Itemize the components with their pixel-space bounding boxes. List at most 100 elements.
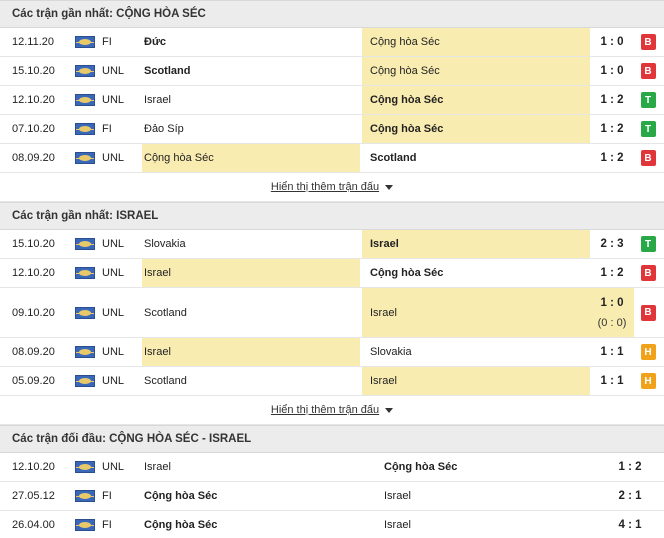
match-row[interactable]: 12.10.20 UNL Israel Cộng hòa Séc 1 : 2 B [0, 259, 664, 288]
away-team[interactable]: Slovakia [362, 338, 590, 366]
match-score[interactable]: 2 : 1 [600, 482, 660, 510]
away-team[interactable]: Cộng hòa Séc [362, 86, 590, 114]
away-team[interactable]: Cộng hòa Séc [362, 57, 590, 85]
competition-code: FI [102, 36, 112, 48]
competition-flag-icon [75, 375, 95, 387]
result-badge-cell: B [640, 259, 656, 287]
match-score[interactable]: 2 : 3 [590, 230, 634, 258]
show-more-link[interactable]: Hiển thị thêm trận đấu [271, 404, 379, 416]
home-team[interactable]: Cộng hòa Séc [142, 144, 360, 172]
away-team[interactable]: Cộng hòa Séc [362, 28, 590, 56]
section-title: Các trận gần nhất: ISRAEL [0, 202, 664, 230]
match-score[interactable]: 1 : 2 [590, 86, 634, 114]
competition-flag-cell [75, 144, 97, 172]
competition-flag-cell [75, 511, 97, 538]
h2h-match-row[interactable]: 26.04.00 FI Cộng hòa Séc Israel 4 : 1 [0, 511, 664, 538]
competition-code: FI [102, 519, 112, 531]
away-team[interactable]: Cộng hòa Séc [362, 115, 590, 143]
match-row[interactable]: 08.09.20 UNL Israel Slovakia 1 : 1 H [0, 338, 664, 367]
result-badge-cell: B [640, 288, 656, 337]
match-row[interactable]: 12.10.20 UNL Israel Cộng hòa Séc 1 : 2 T [0, 86, 664, 115]
competition-code: FI [102, 490, 112, 502]
match-history-panel: Các trận gần nhất: CỘNG HÒA SÉC 12.11.20 F… [0, 0, 664, 538]
result-badge-cell: T [640, 230, 656, 258]
match-score[interactable]: 1 : 2 [590, 259, 634, 287]
competition-code: UNL [102, 461, 125, 473]
caret-down-icon[interactable] [385, 184, 394, 190]
result-badge: B [640, 150, 656, 166]
result-badge: H [640, 344, 656, 360]
result-badge-cell: H [640, 338, 656, 366]
match-row[interactable]: 09.10.20 UNL Scotland Israel 1 : 0 (0 : 0) B [0, 288, 664, 338]
competition-flag-cell [75, 86, 97, 114]
home-team[interactable]: Cộng hòa Séc [142, 511, 378, 538]
competition-flag-icon [75, 346, 95, 358]
competition-code: UNL [102, 152, 125, 164]
h2h-match-row[interactable]: 27.05.12 FI Cộng hòa Séc Israel 2 : 1 [0, 482, 664, 511]
match-score[interactable]: 4 : 1 [600, 511, 660, 538]
home-team[interactable]: Slovakia [142, 230, 360, 258]
match-row[interactable]: 15.10.20 UNL Scotland Cộng hòa Séc 1 : 0 B [0, 57, 664, 86]
section-title: Các trận đối đầu: CỘNG HÒA SÉC - ISRAEL [0, 425, 664, 453]
away-team[interactable]: Israel [378, 511, 588, 538]
match-score[interactable]: 1 : 1 [590, 367, 634, 395]
competition-flag-cell [75, 288, 97, 337]
match-row[interactable]: 07.10.20 FI Đảo Síp Cộng hòa Séc 1 : 2 T [0, 115, 664, 144]
result-badge: T [640, 236, 656, 252]
away-team[interactable]: Scotland [362, 144, 590, 172]
caret-down-icon[interactable] [385, 407, 394, 413]
match-date: 12.10.20 [12, 461, 55, 473]
show-more-link[interactable]: Hiển thị thêm trận đấu [271, 181, 379, 193]
competition-flag-cell [75, 482, 97, 510]
home-team[interactable]: Israel [142, 86, 360, 114]
competition-flag-icon [75, 519, 95, 531]
match-score[interactable]: 1 : 2 [590, 115, 634, 143]
away-team[interactable]: Israel [362, 288, 590, 337]
home-team[interactable]: Israel [142, 453, 378, 481]
match-date: 15.10.20 [12, 65, 55, 77]
match-row[interactable]: 05.09.20 UNL Scotland Israel 1 : 1 H [0, 367, 664, 396]
match-row[interactable]: 12.11.20 FI Đức Cộng hòa Séc 1 : 0 B [0, 28, 664, 57]
result-badge-cell: H [640, 367, 656, 395]
away-team[interactable]: Cộng hòa Séc [362, 259, 590, 287]
home-team[interactable]: Cộng hòa Séc [142, 482, 378, 510]
competition-code: UNL [102, 238, 125, 250]
show-more-row: Hiển thị thêm trận đấu [0, 173, 664, 202]
away-team[interactable]: Israel [378, 482, 588, 510]
home-team[interactable]: Israel [142, 338, 360, 366]
match-row[interactable]: 08.09.20 UNL Cộng hòa Séc Scotland 1 : 2 B [0, 144, 664, 173]
home-team[interactable]: Israel [142, 259, 360, 287]
match-score[interactable]: 1 : 0 [590, 28, 634, 56]
competition-flag-cell [75, 28, 97, 56]
home-team[interactable]: Scotland [142, 367, 360, 395]
home-team[interactable]: Đức [142, 28, 360, 56]
match-date: 12.11.20 [12, 36, 55, 48]
result-badge: B [640, 304, 656, 321]
competition-flag-cell [75, 453, 97, 481]
half-time-score: (0 : 0) [597, 316, 627, 329]
home-team[interactable]: Scotland [142, 288, 360, 337]
competition-flag-icon [75, 36, 95, 48]
competition-code: UNL [102, 267, 125, 279]
match-score[interactable]: 1 : 0 (0 : 0) [590, 288, 634, 337]
match-row[interactable]: 15.10.20 UNL Slovakia Israel 2 : 3 T [0, 230, 664, 259]
match-score[interactable]: 1 : 0 [590, 57, 634, 85]
full-time-score: 1 : 0 [600, 296, 624, 309]
match-date: 26.04.00 [12, 519, 55, 531]
competition-code: UNL [102, 346, 125, 358]
away-team[interactable]: Cộng hòa Séc [378, 453, 588, 481]
result-badge-cell: B [640, 57, 656, 85]
away-team[interactable]: Israel [362, 230, 590, 258]
home-team[interactable]: Đảo Síp [142, 115, 360, 143]
result-badge-cell: B [640, 28, 656, 56]
away-team[interactable]: Israel [362, 367, 590, 395]
match-score[interactable]: 1 : 1 [590, 338, 634, 366]
competition-flag-icon [75, 306, 95, 319]
result-badge: T [640, 121, 656, 137]
result-badge: B [640, 63, 656, 79]
home-team[interactable]: Scotland [142, 57, 360, 85]
match-score[interactable]: 1 : 2 [590, 144, 634, 172]
match-date: 08.09.20 [12, 152, 55, 164]
h2h-match-row[interactable]: 12.10.20 UNL Israel Cộng hòa Séc 1 : 2 [0, 453, 664, 482]
match-score[interactable]: 1 : 2 [600, 453, 660, 481]
